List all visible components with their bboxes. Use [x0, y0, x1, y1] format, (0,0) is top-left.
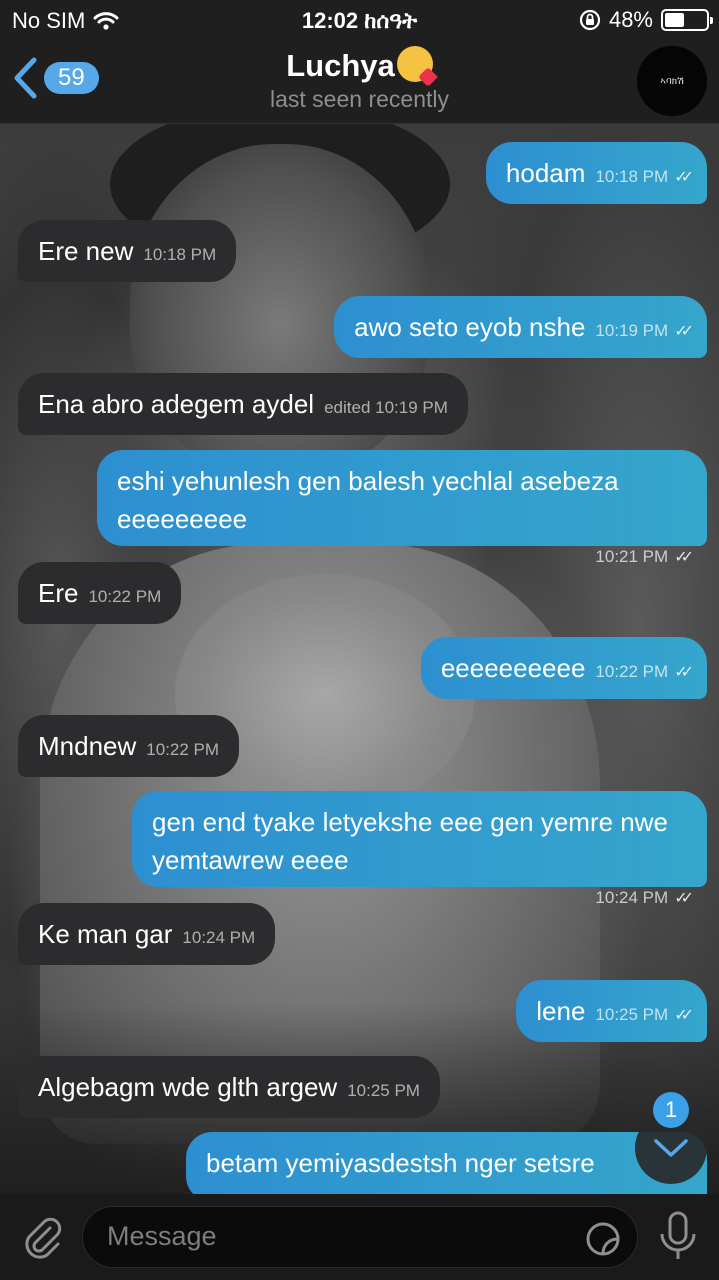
- message-input[interactable]: [107, 1221, 567, 1252]
- read-receipt-icon: ✓✓: [674, 664, 694, 681]
- avatar-label: ኣባክሽ: [660, 75, 684, 87]
- battery-icon: [661, 9, 713, 31]
- outgoing-message-bubble[interactable]: eshi yehunlesh gen balesh yechlal asebez…: [97, 450, 707, 566]
- incoming-message-bubble[interactable]: Ena abro adegem aydel edited 10:19 PM: [18, 373, 468, 435]
- message-meta: 10:22 PM: [78, 578, 161, 608]
- message-timestamp: 10:18 PM: [595, 167, 669, 186]
- message-text: Ere: [38, 578, 79, 608]
- incoming-message-bubble[interactable]: Ke man gar 10:24 PM: [18, 903, 276, 965]
- incoming-message-bubble[interactable]: Ere 10:22 PM: [18, 562, 182, 624]
- message-timestamp: 10:22 PM: [88, 587, 162, 606]
- chat-title-area[interactable]: Luchya last seen recently: [0, 46, 719, 113]
- message-timestamp: 10:21 PM: [595, 547, 669, 566]
- contact-name: Luchya: [286, 48, 395, 83]
- outgoing-message-bubble[interactable]: gen end tyake letyekshe eee gen yemre nw…: [132, 791, 707, 907]
- message-meta: edited 10:19 PM: [314, 389, 448, 419]
- outgoing-message-bubble[interactable]: awo seto eyob nshe 10:19 PM ✓✓: [334, 296, 707, 358]
- read-receipt-icon: ✓✓: [674, 323, 694, 340]
- message-timestamp: 10:25 PM: [595, 1005, 669, 1024]
- message-timestamp: 10:19 PM: [595, 321, 669, 340]
- sticker-icon[interactable]: [585, 1221, 621, 1257]
- rotation-lock-icon: [579, 9, 601, 31]
- message-text: hodam: [505, 158, 586, 188]
- chat-header: 59 Luchya last seen recently ኣባክሽ: [0, 40, 719, 124]
- read-receipt-icon: ✓✓: [674, 1007, 694, 1024]
- message-meta: 10:18 PM ✓✓: [585, 158, 694, 188]
- incoming-message-bubble[interactable]: Algebagm wde glth argew 10:25 PM: [18, 1056, 440, 1118]
- chevron-down-icon: [654, 1139, 688, 1157]
- message-text: eshi yehunlesh gen balesh yechlal asebez…: [117, 466, 619, 534]
- message-text: Ena abro adegem aydel: [38, 389, 315, 419]
- message-text: Ke man gar: [38, 919, 173, 949]
- message-meta: 10:25 PM: [337, 1072, 420, 1102]
- message-text: betam yemiyasdestsh nger setsre: [206, 1148, 595, 1178]
- chat-title: Luchya: [0, 46, 719, 84]
- message-timestamp: 10:22 PM: [146, 740, 220, 759]
- wallpaper-shape: [175, 574, 475, 814]
- microphone-icon[interactable]: [656, 1210, 700, 1262]
- message-text: awo seto eyob nshe: [354, 312, 586, 342]
- outgoing-message-bubble[interactable]: lene 10:25 PM ✓✓: [516, 980, 707, 1042]
- avatar[interactable]: ኣባክሽ: [637, 46, 707, 116]
- message-meta: 10:22 PM: [136, 731, 219, 761]
- message-timestamp: 10:25 PM: [347, 1081, 420, 1100]
- battery-percent: 48%: [608, 7, 653, 32]
- status-right: 48%: [579, 7, 713, 33]
- message-meta: 10:18 PM: [133, 236, 216, 266]
- message-timestamp: edited 10:19 PM: [324, 398, 448, 417]
- message-text: Mndnew: [38, 731, 137, 761]
- message-text: Algebagm wde glth argew: [38, 1072, 338, 1102]
- new-message-badge: 1: [653, 1092, 689, 1128]
- read-receipt-icon: ✓✓: [674, 890, 694, 907]
- message-meta: 10:22 PM ✓✓: [585, 653, 694, 683]
- paperclip-icon[interactable]: [20, 1214, 66, 1260]
- incoming-message-bubble[interactable]: Mndnew 10:22 PM: [18, 715, 240, 777]
- outgoing-message-bubble[interactable]: betam yemiyasdestsh nger setsre: [186, 1132, 707, 1202]
- message-input-field[interactable]: [82, 1206, 638, 1268]
- message-timestamp: 10:18 PM: [143, 245, 217, 264]
- outgoing-message-bubble[interactable]: hodam 10:18 PM ✓✓: [485, 142, 707, 204]
- message-meta: 10:19 PM ✓✓: [585, 312, 694, 342]
- message-text: Ere new: [38, 236, 134, 266]
- battery-level: [665, 13, 685, 27]
- message-text: lene: [536, 996, 586, 1026]
- read-receipt-icon: ✓✓: [674, 169, 694, 186]
- message-timestamp: 10:24 PM: [595, 888, 669, 907]
- message-timestamp: 10:24 PM: [182, 928, 256, 947]
- message-text: gen end tyake letyekshe eee gen yemre nw…: [152, 807, 669, 875]
- message-timestamp: 10:22 PM: [595, 662, 669, 681]
- message-meta: 10:25 PM ✓✓: [585, 996, 694, 1026]
- read-receipt-icon: ✓✓: [674, 549, 694, 566]
- outgoing-message-bubble[interactable]: eeeeeeeeee 10:22 PM ✓✓: [420, 637, 707, 699]
- message-meta: 10:24 PM: [172, 919, 255, 949]
- composer-bar: [0, 1194, 719, 1280]
- incoming-message-bubble[interactable]: Ere new 10:18 PM: [18, 220, 237, 282]
- last-seen-status: last seen recently: [270, 86, 449, 112]
- message-text: eeeeeeeeee: [440, 653, 586, 683]
- message-meta: 10:21 PM ✓✓: [117, 534, 694, 577]
- status-bar: No SIM 12:02 ከሰዓት 48%: [0, 0, 719, 40]
- kissing-face-emoji: [396, 46, 433, 82]
